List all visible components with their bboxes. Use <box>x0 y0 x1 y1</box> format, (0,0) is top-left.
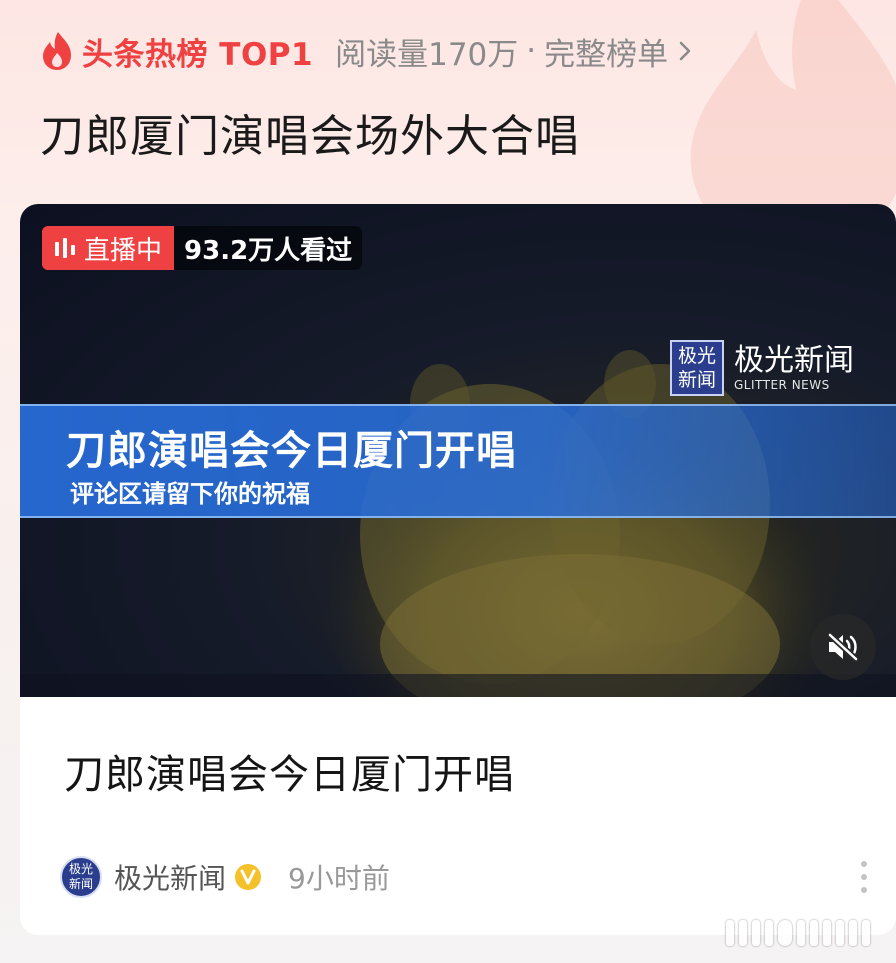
live-label: 直播中 <box>84 235 163 266</box>
viewer-count: 93.2万人看过 <box>174 226 363 270</box>
verified-badge-icon <box>235 864 262 890</box>
more-vertical-icon <box>861 861 867 867</box>
chevron-right-icon <box>679 41 691 61</box>
source-avatar[interactable]: 极光 新闻 <box>60 856 102 898</box>
flame-icon <box>43 32 71 70</box>
broadcaster-logo-mark: 极光 新闻 <box>670 340 724 396</box>
source-row: 极光 新闻 极光新闻 9小时前 <box>60 856 876 898</box>
speaker-muted-icon <box>827 632 859 662</box>
read-count: 阅读量170万 <box>335 36 519 73</box>
live-bars-icon <box>55 238 75 258</box>
broadcaster-logo: 极光 新闻 极光新闻 GLITTER NEWS <box>670 340 854 396</box>
mute-button[interactable] <box>810 614 876 680</box>
topic-title[interactable]: 刀郎厦门演唱会场外大合唱 <box>40 100 580 164</box>
more-options-button[interactable] <box>852 857 876 897</box>
header-separator: · <box>526 33 537 69</box>
watermark-bars <box>726 918 870 948</box>
publish-time: 9小时前 <box>288 862 390 895</box>
hot-rank-label: 头条热榜 TOP1 <box>82 36 314 73</box>
source-name[interactable]: 极光新闻 <box>114 857 226 897</box>
hot-list-header: 头条热榜 TOP1 阅读量170万 · 完整榜单 <box>40 28 692 74</box>
full-list-link[interactable]: 完整榜单 <box>544 29 692 74</box>
video-caption-sub: 评论区请留下你的祝福 <box>70 480 310 508</box>
video-caption-band: 刀郎演唱会今日厦门开唱 评论区请留下你的祝福 <box>20 404 896 518</box>
broadcaster-name: 极光新闻 <box>734 343 854 378</box>
live-badge: 直播中 93.2万人看过 <box>42 226 363 270</box>
video-caption-main: 刀郎演唱会今日厦门开唱 <box>66 428 517 474</box>
article-title[interactable]: 刀郎演唱会今日厦门开唱 <box>64 742 515 800</box>
full-list-label: 完整榜单 <box>544 36 669 73</box>
live-video-player[interactable]: 直播中 93.2万人看过 极光 新闻 极光新闻 GLITTER NEWS 刀郎演… <box>20 204 896 697</box>
live-tag: 直播中 <box>42 226 175 270</box>
news-card[interactable]: 直播中 93.2万人看过 极光 新闻 极光新闻 GLITTER NEWS 刀郎演… <box>20 204 896 935</box>
broadcaster-name-en: GLITTER NEWS <box>734 378 830 392</box>
